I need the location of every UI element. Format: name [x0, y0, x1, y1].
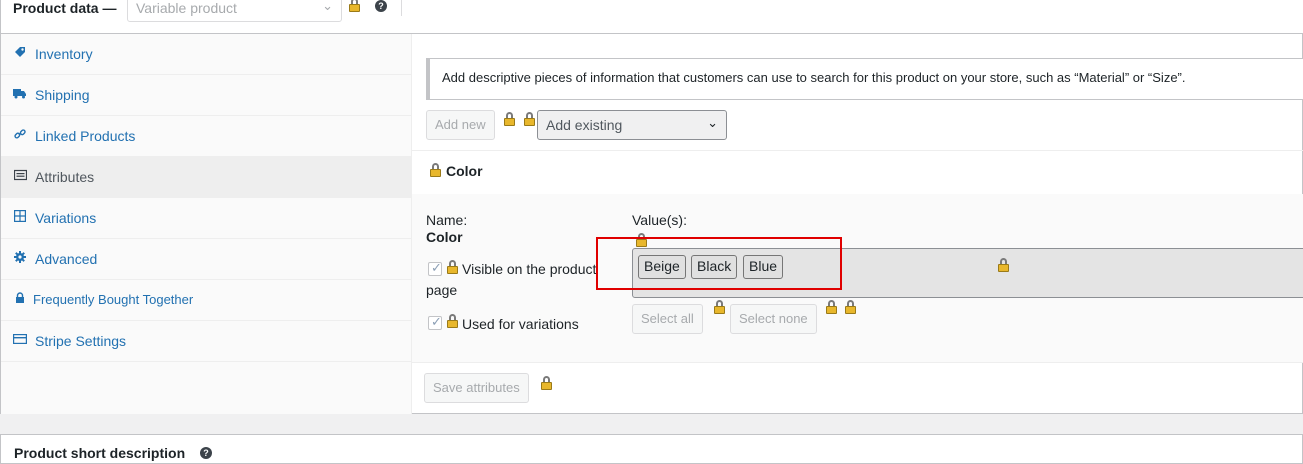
- add-new-button[interactable]: Add new: [426, 110, 495, 140]
- tab-advanced[interactable]: Advanced: [1, 239, 411, 280]
- divider: [412, 362, 1303, 363]
- attributes-notice: Add descriptive pieces of information th…: [426, 58, 1303, 100]
- add-existing-select[interactable]: Add existing ⌄: [537, 110, 727, 140]
- lock-icon: [504, 112, 515, 126]
- tab-frequently-bought-together[interactable]: Frequently Bought Together: [1, 280, 411, 321]
- attributes-panel: Add descriptive pieces of information th…: [412, 34, 1303, 414]
- lock-icon: [13, 292, 27, 306]
- card-icon: [13, 333, 28, 347]
- lock-icon: [714, 300, 725, 314]
- short-description-panel: Product short description ?: [0, 434, 1303, 464]
- tab-label: Attributes: [35, 169, 95, 185]
- help-icon[interactable]: ?: [200, 447, 212, 459]
- visible-label: Visible on the product: [462, 261, 597, 277]
- tag-icon: [13, 46, 27, 60]
- tab-variations[interactable]: Variations: [1, 198, 411, 239]
- product-data-header: Product data — Variable product ⌄ ?: [1, 0, 1303, 34]
- product-type-select[interactable]: Variable product ⌄: [127, 0, 342, 22]
- list-icon: [13, 169, 27, 183]
- header-divider: [401, 0, 402, 16]
- lock-icon: [430, 163, 441, 177]
- tab-label: Frequently Bought Together: [33, 292, 194, 307]
- grid-icon: [13, 210, 27, 224]
- link-icon: [13, 128, 27, 142]
- lock-icon: [826, 300, 837, 314]
- lock-icon: [541, 376, 552, 390]
- tab-label: Stripe Settings: [35, 333, 127, 349]
- lock-icon: [349, 0, 360, 12]
- tab-label: Linked Products: [35, 128, 136, 144]
- tab-linked-products[interactable]: Linked Products: [1, 116, 411, 157]
- select-all-button[interactable]: Select all: [632, 304, 703, 334]
- truck-icon: [13, 87, 27, 101]
- gear-icon: [13, 251, 27, 265]
- lock-icon: [845, 300, 856, 314]
- chevron-down-icon: ⌄: [707, 115, 718, 130]
- tab-shipping[interactable]: Shipping: [1, 75, 411, 116]
- highlight-box: [596, 237, 842, 290]
- name-label: Name:: [426, 212, 468, 228]
- lock-icon: [998, 258, 1009, 272]
- product-data-title: Product data —: [13, 0, 117, 16]
- visible-checkbox[interactable]: ✓: [428, 260, 442, 276]
- help-icon[interactable]: ?: [375, 0, 387, 12]
- tab-attributes[interactable]: Attributes: [1, 157, 411, 198]
- tab-label: Advanced: [35, 251, 98, 267]
- chevron-down-icon: ⌄: [322, 0, 333, 13]
- attribute-body: Name: Color Value(s): Beige Black Blue ✓…: [412, 194, 1303, 362]
- visible-label-cont: page: [426, 282, 458, 298]
- used-for-variations-label: Used for variations: [462, 316, 579, 332]
- save-attributes-button[interactable]: Save attributes: [424, 373, 529, 403]
- lock-icon: [447, 314, 458, 328]
- lock-icon: [447, 260, 458, 274]
- attribute-header-name: Color: [446, 163, 483, 179]
- product-data-tabs: Inventory Shipping Linked Products Attri…: [1, 34, 412, 414]
- lock-icon: [524, 112, 535, 126]
- select-none-button[interactable]: Select none: [730, 304, 817, 334]
- attribute-header[interactable]: Color: [426, 150, 1303, 194]
- add-existing-label: Add existing: [546, 117, 623, 133]
- tab-label: Shipping: [35, 87, 90, 103]
- values-label: Value(s):: [632, 212, 687, 228]
- used-for-variations-checkbox[interactable]: ✓: [428, 314, 442, 330]
- tab-inventory[interactable]: Inventory: [1, 34, 411, 75]
- product-type-value: Variable product: [136, 0, 237, 16]
- tab-stripe-settings[interactable]: Stripe Settings: [1, 321, 411, 362]
- product-data-panel: Product data — Variable product ⌄ ? Inve…: [0, 0, 1303, 414]
- tab-label: Variations: [35, 210, 97, 226]
- tab-label: Inventory: [35, 46, 93, 62]
- attribute-name-value: Color: [426, 229, 463, 245]
